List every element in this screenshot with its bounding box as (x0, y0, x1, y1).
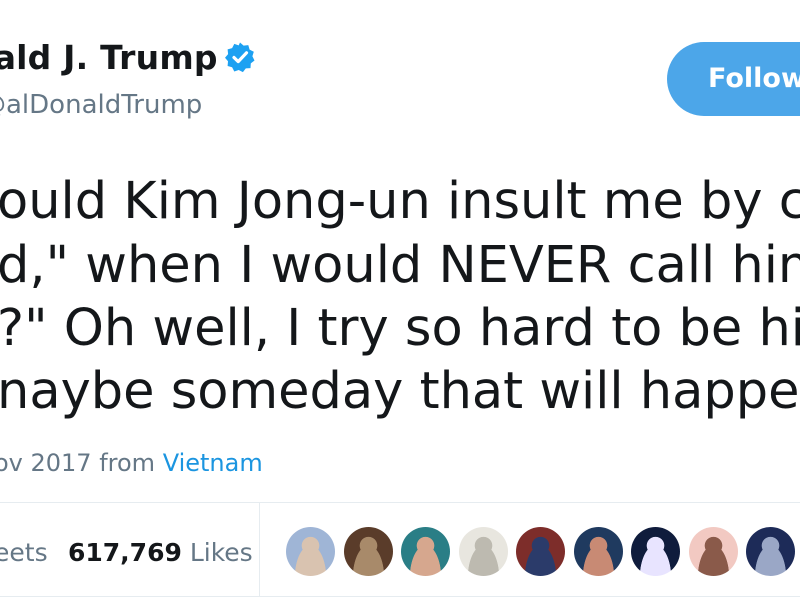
liker-avatar-2[interactable] (344, 527, 393, 576)
liker-avatar-8[interactable] (689, 527, 738, 576)
author-handle[interactable]: @alDonaldTrump (0, 90, 202, 120)
author-name[interactable]: nald J. Trump (0, 38, 218, 77)
likes-count: 617,769 (68, 538, 182, 567)
liker-avatar-7[interactable] (631, 527, 680, 576)
tweet-text-line-4: naybe someday that will happen! (0, 362, 800, 421)
likes-stat[interactable]: 617,769 Likes (68, 538, 253, 567)
tweet-detail: nald J. Trump @alDonaldTrump Followi oul… (0, 0, 800, 600)
stats-divider-bottom (0, 596, 800, 597)
tweet-text-line-3: ?" Oh well, I try so hard to be his (0, 299, 800, 358)
tweet-location-link[interactable]: Vietnam (163, 449, 263, 477)
tweet-text-line-2: d," when I would NEVER call him " (0, 236, 800, 295)
tweet-source-prefix: from (99, 449, 156, 477)
tweet-timestamp: Nov 2017 from Vietnam (0, 449, 263, 477)
verified-badge-icon (225, 42, 255, 73)
stats-divider-top (0, 502, 800, 503)
liker-avatar-4[interactable] (459, 527, 508, 576)
liker-avatar-3[interactable] (401, 527, 450, 576)
liker-avatar-1[interactable] (286, 527, 335, 576)
likes-label: Likes (189, 538, 253, 567)
author-handle-text: alDonaldTrump (6, 90, 203, 120)
stats-divider-vertical (259, 503, 260, 596)
retweets-stat[interactable]: eets (0, 538, 48, 567)
liker-avatar-9[interactable] (746, 527, 795, 576)
liker-avatar-6[interactable] (574, 527, 623, 576)
tweet-text-line-1: ould Kim Jong-un insult me by ca (0, 172, 800, 231)
liker-avatar-5[interactable] (516, 527, 565, 576)
following-button[interactable]: Followi (667, 42, 800, 116)
tweet-date[interactable]: Nov 2017 (0, 449, 92, 477)
